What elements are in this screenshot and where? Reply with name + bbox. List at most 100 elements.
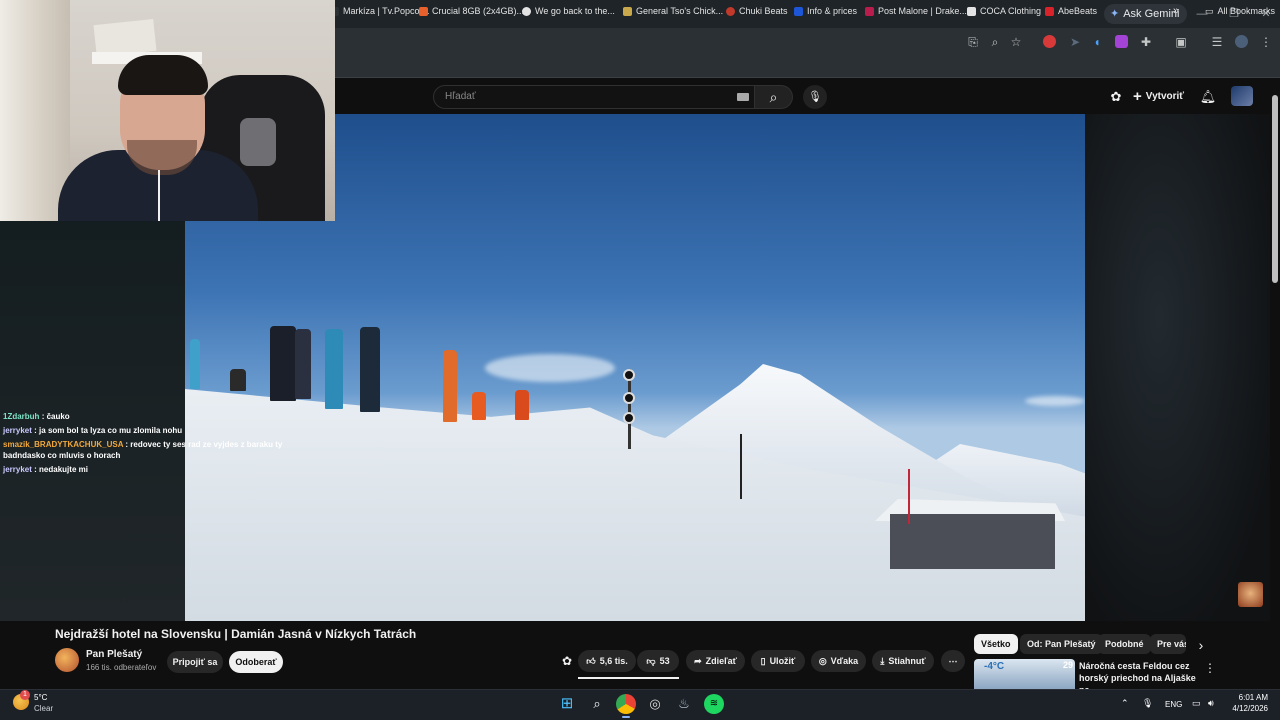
menu-icon[interactable]: ⋮ bbox=[1257, 33, 1275, 51]
profile-avatar[interactable] bbox=[1235, 35, 1248, 48]
weather-temp[interactable]: 5°C bbox=[34, 693, 47, 702]
thanks-button[interactable]: ◎ Vďaka bbox=[811, 650, 866, 672]
zoom-icon[interactable]: ⌕ bbox=[986, 33, 1004, 51]
chevron-right-icon[interactable]: › bbox=[1192, 636, 1210, 654]
windows-start-icon[interactable]: ⊞ bbox=[557, 694, 577, 714]
bell-icon[interactable]: 🔔︎ bbox=[1199, 88, 1217, 106]
streamer-avatar[interactable] bbox=[1238, 582, 1263, 607]
bookmark-favicon bbox=[623, 6, 632, 16]
extension-icon[interactable] bbox=[1043, 35, 1056, 48]
mic-icon: 🎙 bbox=[808, 91, 822, 103]
tray-chevron-icon[interactable]: ⌃ bbox=[1121, 698, 1129, 709]
account-avatar[interactable] bbox=[1231, 86, 1253, 106]
like-progress bbox=[578, 677, 679, 679]
active-app-indicator bbox=[622, 716, 630, 718]
all-bookmarks-button[interactable]: ▭ All Bookmarks bbox=[1205, 4, 1275, 18]
share-label: Zdieľať bbox=[705, 656, 737, 666]
chat-user: jerryket bbox=[3, 426, 32, 435]
bookmark-item[interactable]: Crucial 8GB (2x4GB)... bbox=[419, 4, 524, 18]
bookmark-item[interactable]: Markíza | Tv.Popcor... bbox=[330, 4, 430, 18]
volume-icon[interactable]: 🔊︎ bbox=[1208, 698, 1214, 709]
bookmarks-overflow-button[interactable]: » bbox=[1173, 4, 1179, 18]
chrome-icon[interactable] bbox=[616, 694, 636, 714]
share-button[interactable]: ➦ Zdieľať bbox=[686, 650, 745, 672]
save-button[interactable]: ▯ Uložiť bbox=[751, 650, 805, 672]
weather-badge: 1 bbox=[20, 690, 30, 700]
search-button[interactable]: ⌕ bbox=[755, 85, 793, 109]
clock-time[interactable]: 6:01 AM bbox=[1235, 693, 1268, 702]
bookmark-item[interactable]: AbeBeats bbox=[1045, 4, 1097, 18]
extension-icon[interactable] bbox=[1115, 35, 1128, 48]
cloud bbox=[1025, 396, 1085, 406]
keyboard-icon[interactable] bbox=[737, 93, 749, 101]
bookmark-icon: ▯ bbox=[760, 656, 766, 666]
clock-date[interactable]: 4/12/2026 bbox=[1228, 704, 1268, 713]
curtain bbox=[0, 0, 70, 221]
bookmark-star-icon[interactable]: ☆ bbox=[1007, 33, 1025, 51]
bookmark-item[interactable]: General Tso's Chick... bbox=[623, 4, 723, 18]
skier bbox=[515, 390, 529, 420]
chat-text: : čauko bbox=[41, 412, 70, 421]
bookmark-label: We go back to the... bbox=[535, 6, 615, 16]
bookmark-label: COCA Clothing bbox=[980, 6, 1042, 16]
like-count: 5,6 tis. bbox=[599, 656, 628, 666]
bookmark-label: Markíza | Tv.Popcor... bbox=[343, 6, 430, 16]
chat-user: 1Zdarbuh bbox=[3, 412, 40, 421]
extension-icon[interactable]: ➤ bbox=[1066, 33, 1084, 51]
rec-more-icon[interactable]: ⋮ bbox=[1201, 659, 1219, 677]
chip-for-you[interactable]: Pre vás bbox=[1150, 634, 1186, 654]
bookmark-label: General Tso's Chick... bbox=[636, 6, 724, 16]
chat-text: : ja som bol ta lyza co mu zlomila nohu bbox=[34, 426, 183, 435]
language-indicator[interactable]: ENG bbox=[1165, 700, 1182, 709]
tab-search-icon[interactable]: ▣ bbox=[1172, 33, 1190, 51]
create-button[interactable]: + Vytvoriť bbox=[1133, 88, 1184, 106]
folder-icon: ▭ bbox=[1205, 6, 1214, 16]
mountain-hut bbox=[890, 514, 1055, 569]
gear-icon[interactable]: ✿ bbox=[558, 652, 576, 670]
mic-icon[interactable]: 🎙 bbox=[1142, 698, 1153, 709]
trail-sign bbox=[623, 412, 635, 424]
chip-all[interactable]: Všetko bbox=[974, 634, 1018, 654]
weather-desc[interactable]: Clear bbox=[34, 704, 53, 713]
more-actions-button[interactable]: ⋯ bbox=[941, 650, 965, 672]
chip-from-channel[interactable]: Od: Pan Plešatý bbox=[1020, 634, 1103, 654]
bookmark-item[interactable]: We go back to the... bbox=[522, 4, 615, 18]
bookmark-favicon bbox=[419, 6, 428, 16]
spotify-icon[interactable]: ≋ bbox=[704, 694, 724, 714]
search-icon[interactable]: ⌕ bbox=[587, 694, 607, 714]
ambient-right bbox=[1085, 114, 1270, 621]
thumbs-up-icon: 👍︎ bbox=[586, 656, 596, 666]
chip-related[interactable]: Podobné bbox=[1098, 634, 1151, 654]
stream-chat: 1Zdarbuh : čauko jerryket : ja som bol t… bbox=[3, 411, 303, 478]
bookmark-favicon bbox=[865, 6, 874, 16]
bookmark-item[interactable]: Info & prices bbox=[794, 4, 857, 18]
extension-icon[interactable]: ◖ bbox=[1088, 33, 1106, 51]
cast-icon[interactable]: ⎘ bbox=[964, 33, 982, 51]
like-button[interactable]: 👍︎ 5,6 tis. bbox=[578, 650, 636, 672]
network-icon[interactable]: ▭ bbox=[1192, 698, 1201, 709]
bookmark-item[interactable]: Chuki Beats bbox=[726, 4, 788, 18]
bookmark-item[interactable]: Post Malone | Drake... bbox=[865, 4, 967, 18]
recommended-thumbnail[interactable]: -4°C 29 bbox=[974, 659, 1075, 689]
steam-icon[interactable]: ♨ bbox=[674, 694, 694, 714]
reading-list-icon[interactable]: ☰ bbox=[1208, 33, 1226, 51]
search-input[interactable]: Hľadať bbox=[433, 85, 755, 109]
obs-icon[interactable]: ◎ bbox=[645, 694, 665, 714]
channel-name[interactable]: Pan Plešatý bbox=[86, 649, 142, 660]
streamer-hair bbox=[118, 55, 208, 95]
skier bbox=[295, 329, 311, 399]
scrollbar-thumb[interactable] bbox=[1272, 95, 1278, 283]
subscribe-button[interactable]: Odoberať bbox=[229, 651, 283, 673]
skier bbox=[325, 329, 343, 409]
dislike-button[interactable]: 👎︎ 53 bbox=[637, 650, 679, 672]
channel-avatar[interactable] bbox=[55, 648, 79, 672]
extensions-puzzle-icon[interactable]: ✚ bbox=[1137, 33, 1155, 51]
voice-search-button[interactable]: 🎙 bbox=[803, 85, 827, 109]
skier bbox=[443, 350, 457, 422]
bookmark-item[interactable]: COCA Clothing bbox=[967, 4, 1041, 18]
download-button[interactable]: ⤓ Stiahnuť bbox=[872, 650, 934, 672]
join-button[interactable]: Pripojiť sa bbox=[167, 651, 223, 673]
gear-icon[interactable]: ✿ bbox=[1107, 88, 1125, 106]
search-icon: ⌕ bbox=[769, 89, 778, 105]
rec-thumb-temp: -4°C bbox=[984, 661, 1005, 672]
